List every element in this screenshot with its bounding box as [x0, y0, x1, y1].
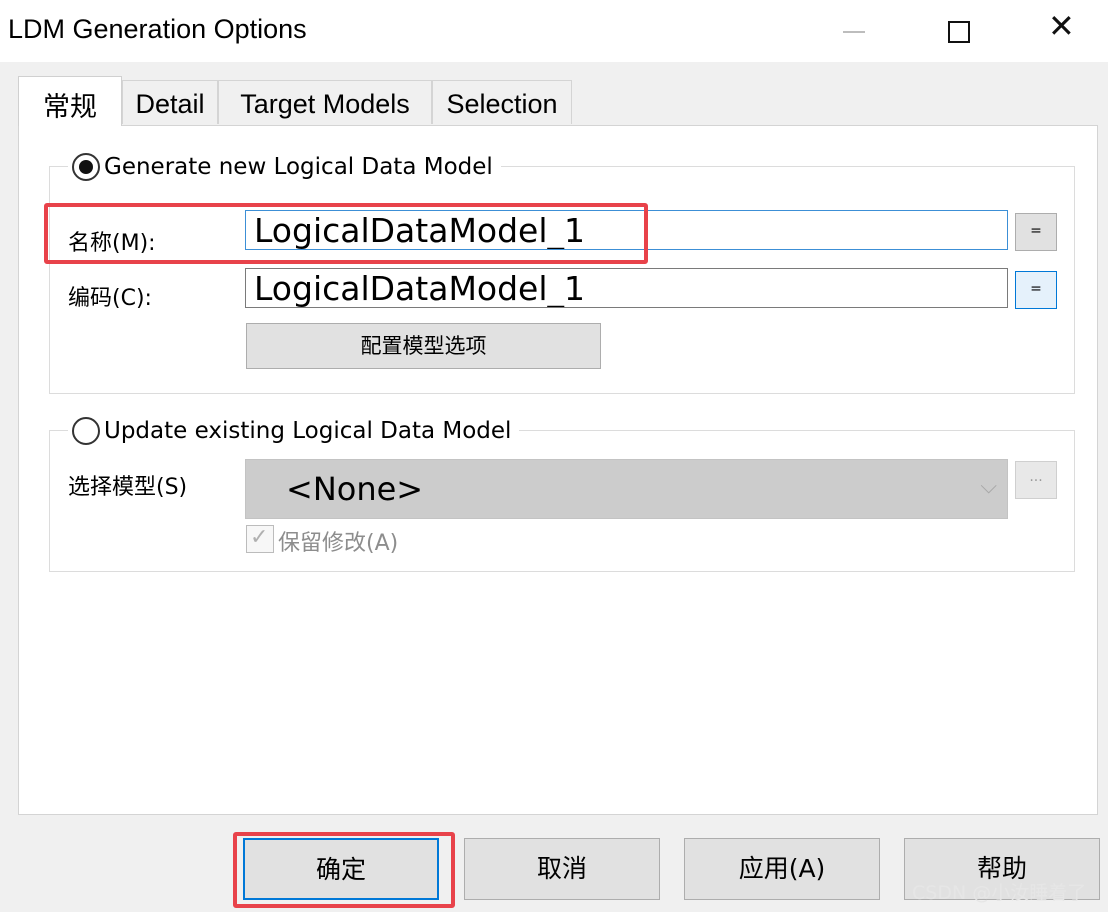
maximize-icon: [948, 21, 970, 43]
radio-dot: [79, 160, 93, 174]
configure-model-options-button[interactable]: 配置模型选项: [246, 323, 601, 369]
check-icon: ✓: [250, 525, 269, 550]
update-existing-option[interactable]: Update existing Logical Data Model: [68, 417, 520, 445]
browse-model-button[interactable]: ...: [1015, 461, 1057, 499]
select-model-dropdown[interactable]: <None> ⌵: [245, 459, 1008, 519]
name-input[interactable]: LogicalDataModel_1: [245, 210, 1008, 250]
select-model-label: 选择模型(S): [68, 475, 188, 500]
generate-new-group: Generate new Logical Data Model 名称(M): L…: [49, 153, 1075, 394]
minimize-icon: [843, 31, 865, 33]
chevron-down-icon: ⌵: [980, 474, 997, 499]
tab-selection[interactable]: Selection: [432, 80, 572, 124]
minimize-button[interactable]: [815, 4, 895, 58]
tab-label: Selection: [446, 89, 558, 119]
ok-button[interactable]: 确定: [243, 838, 439, 900]
code-input[interactable]: LogicalDataModel_1: [245, 268, 1008, 308]
update-existing-label: Update existing Logical Data Model: [104, 418, 512, 444]
code-eq-button[interactable]: =: [1015, 271, 1057, 309]
name-eq-button[interactable]: =: [1015, 213, 1057, 251]
tab-detail[interactable]: Detail: [122, 80, 218, 124]
tab-target-models[interactable]: Target Models: [218, 80, 432, 124]
code-label: 编码(C):: [68, 286, 152, 311]
generate-new-label: Generate new Logical Data Model: [104, 154, 493, 180]
tab-general[interactable]: 常规: [18, 76, 122, 126]
watermark: CSDN @小汝睡着了: [912, 882, 1087, 904]
keep-changes-label: 保留修改(A): [278, 531, 399, 556]
generate-new-radio[interactable]: [72, 153, 100, 181]
update-existing-radio[interactable]: [72, 417, 100, 445]
maximize-button[interactable]: [920, 4, 1000, 58]
tab-label: 常规: [43, 92, 97, 122]
name-label: 名称(M):: [68, 231, 156, 256]
apply-button[interactable]: 应用(A): [684, 838, 880, 900]
close-button[interactable]: ✕: [1026, 4, 1106, 58]
update-existing-group: Update existing Logical Data Model 选择模型(…: [49, 417, 1075, 572]
title-bar: LDM Generation Options ✕: [0, 0, 1108, 62]
tab-label: Detail: [135, 89, 205, 119]
window-title: LDM Generation Options: [8, 14, 307, 44]
close-icon: ✕: [1048, 7, 1075, 45]
tab-label: Target Models: [240, 89, 410, 119]
tab-panel-general: Generate new Logical Data Model 名称(M): L…: [18, 125, 1098, 815]
select-model-value: <None>: [286, 470, 424, 508]
generate-new-option[interactable]: Generate new Logical Data Model: [68, 153, 501, 181]
keep-changes-checkbox[interactable]: ✓: [246, 525, 274, 553]
cancel-button[interactable]: 取消: [464, 838, 660, 900]
